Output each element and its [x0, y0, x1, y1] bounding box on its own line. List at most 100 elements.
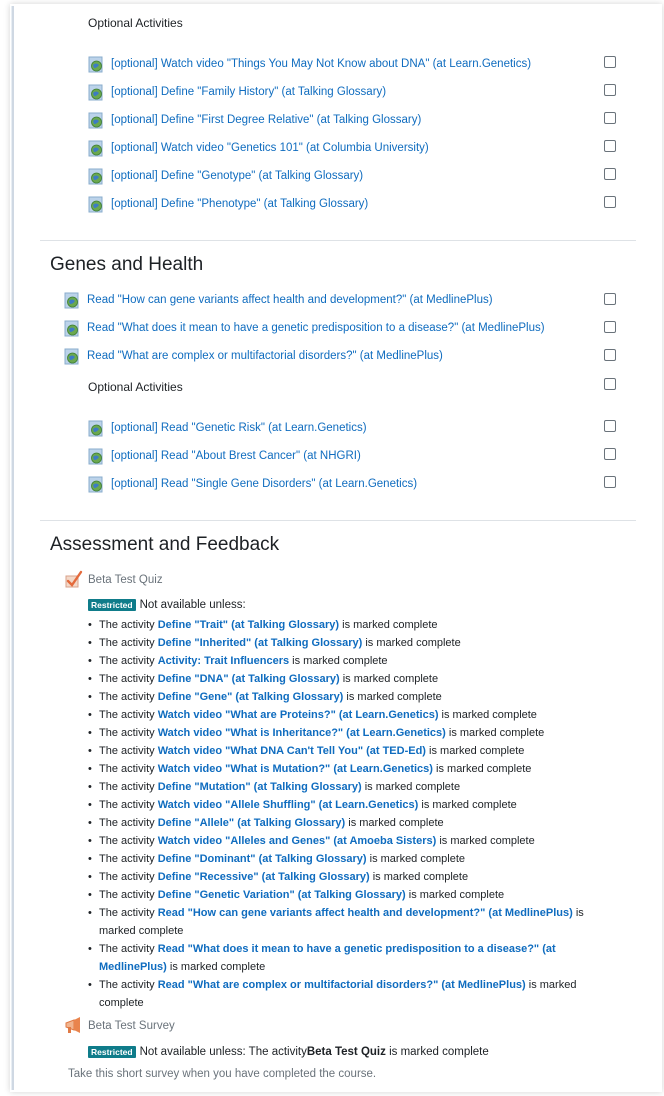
condition-suffix: is marked complete: [345, 817, 444, 829]
condition-activity-link[interactable]: Define "Recessive" (at Talking Glossary): [158, 871, 370, 883]
completion-checkbox[interactable]: [604, 112, 616, 124]
condition-activity-link[interactable]: Define "DNA" (at Talking Glossary): [158, 673, 340, 685]
condition-activity-link[interactable]: Define "Allele" (at Talking Glossary): [158, 817, 346, 829]
activity-link[interactable]: [optional] Define "Family History" (at T…: [111, 86, 386, 98]
condition-activity-link[interactable]: Watch video "What are Proteins?" (at Lea…: [158, 709, 439, 721]
condition-activity-link[interactable]: Define "Genetic Variation" (at Talking G…: [158, 889, 406, 901]
section-title-assessment: Assessment and Feedback: [50, 534, 280, 555]
condition-suffix: is marked complete: [438, 709, 537, 721]
condition-suffix: is marked complete: [362, 637, 461, 649]
page-icon: [64, 320, 79, 336]
activity-item: [optional] Define "Genotype" (at Talking…: [88, 166, 363, 186]
condition-activity-link[interactable]: Define "Mutation" (at Talking Glossary): [158, 781, 362, 793]
completion-checkbox[interactable]: [604, 168, 616, 180]
condition-suffix: is marked complete: [339, 619, 438, 631]
survey-label: Beta Test Survey: [88, 1019, 175, 1032]
restriction-conditions: The activity Define "Trait" (at Talking …: [88, 616, 618, 1012]
activity-item: [optional] Read "Genetic Risk" (at Learn…: [88, 418, 367, 438]
activity-item: Read "What does it mean to have a geneti…: [64, 318, 545, 338]
restriction-condition: The activity Define "Allele" (at Talking…: [88, 814, 618, 832]
condition-activity-link[interactable]: Define "Inherited" (at Talking Glossary): [158, 637, 363, 649]
restriction-condition: The activity Watch video "Alleles and Ge…: [88, 832, 618, 850]
condition-activity-link[interactable]: Watch video "What DNA Can't Tell You" (a…: [158, 745, 426, 757]
genes-optional-heading: Optional Activities: [88, 380, 183, 394]
completion-checkbox[interactable]: [604, 196, 616, 208]
restriction-condition: The activity Read "What does it mean to …: [88, 940, 618, 976]
restriction-condition: The activity Watch video "What DNA Can't…: [88, 742, 618, 760]
activity-link[interactable]: [optional] Read "Single Gene Disorders" …: [111, 478, 417, 490]
condition-prefix: The activity: [99, 691, 158, 703]
condition-activity-link[interactable]: Read "How can gene variants affect healt…: [158, 907, 573, 919]
page-icon: [88, 476, 103, 492]
condition-prefix: The activity: [99, 943, 158, 955]
completion-checkbox[interactable]: [604, 420, 616, 432]
restriction-condition: The activity Define "Inherited" (at Talk…: [88, 634, 618, 652]
completion-checkbox[interactable]: [604, 448, 616, 460]
completion-checkbox[interactable]: [604, 476, 616, 488]
quiz-restriction: Restricted Not available unless:: [88, 599, 246, 611]
condition-suffix: is marked complete: [436, 835, 535, 847]
completion-checkbox[interactable]: [604, 349, 616, 361]
condition-activity-link[interactable]: Define "Gene" (at Talking Glossary): [158, 691, 344, 703]
condition-prefix: The activity: [99, 889, 158, 901]
beta-test-survey-row[interactable]: Beta Test Survey: [64, 1016, 175, 1035]
activity-item: [optional] Define "First Degree Relative…: [88, 110, 421, 130]
condition-activity-link[interactable]: Watch video "Alleles and Genes" (at Amoe…: [158, 835, 437, 847]
page-icon: [88, 112, 103, 128]
completion-checkbox[interactable]: [604, 378, 616, 390]
completion-checkbox[interactable]: [604, 140, 616, 152]
page-icon: [88, 56, 103, 72]
condition-prefix: The activity: [99, 853, 158, 865]
restriction-condition: The activity Define "Mutation" (at Talki…: [88, 778, 618, 796]
restriction-condition: The activity Define "Gene" (at Talking G…: [88, 688, 618, 706]
condition-activity-link[interactable]: Read "What are complex or multifactorial…: [158, 979, 526, 991]
condition-activity-link[interactable]: Watch video "What is Mutation?" (at Lear…: [158, 763, 433, 775]
completion-checkbox[interactable]: [604, 321, 616, 333]
survey-restricted-pre: Not available unless: The activity: [139, 1046, 307, 1058]
activity-link[interactable]: Read "What are complex or multifactorial…: [87, 350, 443, 362]
condition-activity-link[interactable]: Define "Trait" (at Talking Glossary): [158, 619, 339, 631]
section-title-genes-health: Genes and Health: [50, 254, 204, 275]
condition-prefix: The activity: [99, 709, 158, 721]
completion-checkbox[interactable]: [604, 293, 616, 305]
condition-activity-link[interactable]: Activity: Trait Influencers: [158, 655, 289, 667]
condition-activity-link[interactable]: Watch video "What is Inheritance?" (at L…: [158, 727, 446, 739]
restriction-condition: The activity Define "Genetic Variation" …: [88, 886, 618, 904]
activity-link[interactable]: [optional] Watch video "Genetics 101" (a…: [111, 142, 429, 154]
condition-prefix: The activity: [99, 673, 158, 685]
activity-link[interactable]: [optional] Read "About Brest Cancer" (at…: [111, 450, 361, 462]
activity-item: [optional] Watch video "Things You May N…: [88, 54, 531, 74]
activity-link[interactable]: [optional] Watch video "Things You May N…: [111, 58, 531, 70]
condition-prefix: The activity: [99, 637, 158, 649]
condition-prefix: The activity: [99, 655, 158, 667]
activity-link[interactable]: Read "How can gene variants affect healt…: [87, 294, 493, 306]
condition-suffix: is marked complete: [369, 871, 469, 883]
beta-test-quiz-row[interactable]: Beta Test Quiz: [64, 570, 163, 589]
activity-link[interactable]: [optional] Define "Genotype" (at Talking…: [111, 170, 363, 182]
condition-suffix: is marked complete: [366, 853, 465, 865]
condition-prefix: The activity: [99, 745, 158, 757]
condition-suffix: is marked complete: [339, 673, 439, 685]
activity-link[interactable]: [optional] Define "First Degree Relative…: [111, 114, 421, 126]
completion-checkbox[interactable]: [604, 56, 616, 68]
condition-prefix: The activity: [99, 619, 158, 631]
activity-link[interactable]: Read "What does it mean to have a geneti…: [87, 322, 545, 334]
page-icon: [88, 84, 103, 100]
condition-suffix: is marked complete: [166, 961, 266, 973]
condition-suffix: is marked complete: [432, 763, 532, 775]
condition-suffix: is marked complete: [405, 889, 505, 901]
activity-item: Read "What are complex or multifactorial…: [64, 346, 443, 366]
page-icon: [88, 168, 103, 184]
activity-item: [optional] Watch video "Genetics 101" (a…: [88, 138, 429, 158]
completion-checkbox[interactable]: [604, 84, 616, 96]
activity-link[interactable]: [optional] Read "Genetic Risk" (at Learn…: [111, 422, 367, 434]
page-icon: [88, 140, 103, 156]
condition-activity-link[interactable]: Watch video "Allele Shuffling" (at Learn…: [158, 799, 419, 811]
condition-prefix: The activity: [99, 979, 158, 991]
activity-link[interactable]: [optional] Define "Phenotype" (at Talkin…: [111, 198, 368, 210]
activity-item: [optional] Define "Phenotype" (at Talkin…: [88, 194, 368, 214]
section-divider: [40, 240, 636, 241]
activity-item: [optional] Read "About Brest Cancer" (at…: [88, 446, 361, 466]
condition-activity-link[interactable]: Define "Dominant" (at Talking Glossary): [158, 853, 367, 865]
page-icon: [64, 348, 79, 364]
